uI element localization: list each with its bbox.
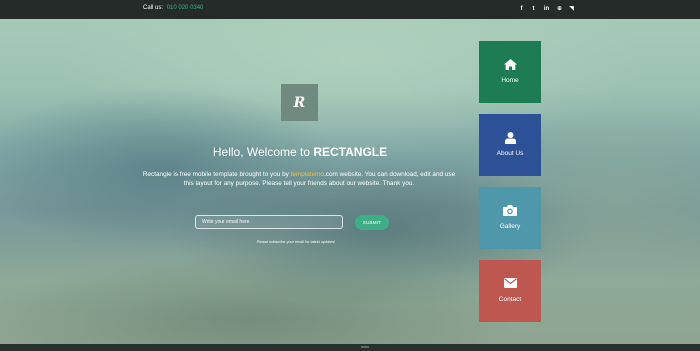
brand-name: RECTANGLE: [313, 145, 388, 159]
call-label: Call us:: [143, 5, 164, 11]
logo: R: [281, 84, 318, 121]
call-info: Call us: 010 020 0340: [143, 5, 203, 11]
twitter-icon[interactable]: t: [531, 5, 536, 13]
user-icon: [479, 132, 541, 144]
email-field[interactable]: [195, 215, 343, 229]
logo-letter: R: [293, 94, 306, 111]
social-links: f t in ⊕ ◥: [519, 5, 574, 13]
tile-label-gallery: Gallery: [499, 223, 521, 230]
top-bar: Call us: 010 020 0340 f t in ⊕ ◥: [0, 0, 700, 19]
page-title: Hello, Welcome to RECTANGLE: [150, 145, 450, 159]
tile-label-contact: Contact: [498, 296, 522, 303]
phone-number[interactable]: 010 020 0340: [167, 5, 204, 11]
rss-icon[interactable]: ◥: [569, 5, 574, 13]
subscribe-note: Please subscribe your email for latest u…: [256, 240, 336, 244]
envelope-icon: [479, 278, 541, 290]
nav-tile-home[interactable]: Home: [479, 41, 541, 103]
intro-text-before: Rectangle is free mobile template brough…: [142, 171, 291, 178]
dribbble-icon[interactable]: ⊕: [557, 5, 562, 13]
tile-label-home: Home: [501, 77, 519, 84]
submit-button[interactable]: SUBMIT: [355, 215, 389, 230]
tile-label-about: About Us: [496, 150, 524, 157]
footer-bar: [0, 344, 700, 351]
nav-tile-gallery[interactable]: Gallery: [479, 187, 541, 249]
nav-tile-contact[interactable]: Contact: [479, 260, 541, 322]
nav-tile-about[interactable]: About Us: [479, 114, 541, 176]
intro-paragraph: Rectangle is free mobile template brough…: [140, 170, 458, 188]
footer-indicator: [361, 346, 369, 348]
page: Call us: 010 020 0340 f t in ⊕ ◥ R Hello…: [0, 0, 700, 351]
facebook-icon[interactable]: f: [519, 5, 524, 13]
camera-icon: [479, 205, 541, 217]
welcome-text: Hello, Welcome to: [212, 145, 314, 159]
linkedin-icon[interactable]: in: [543, 5, 550, 13]
templatemo-link[interactable]: templatemo: [291, 171, 324, 178]
home-icon: [479, 59, 541, 71]
